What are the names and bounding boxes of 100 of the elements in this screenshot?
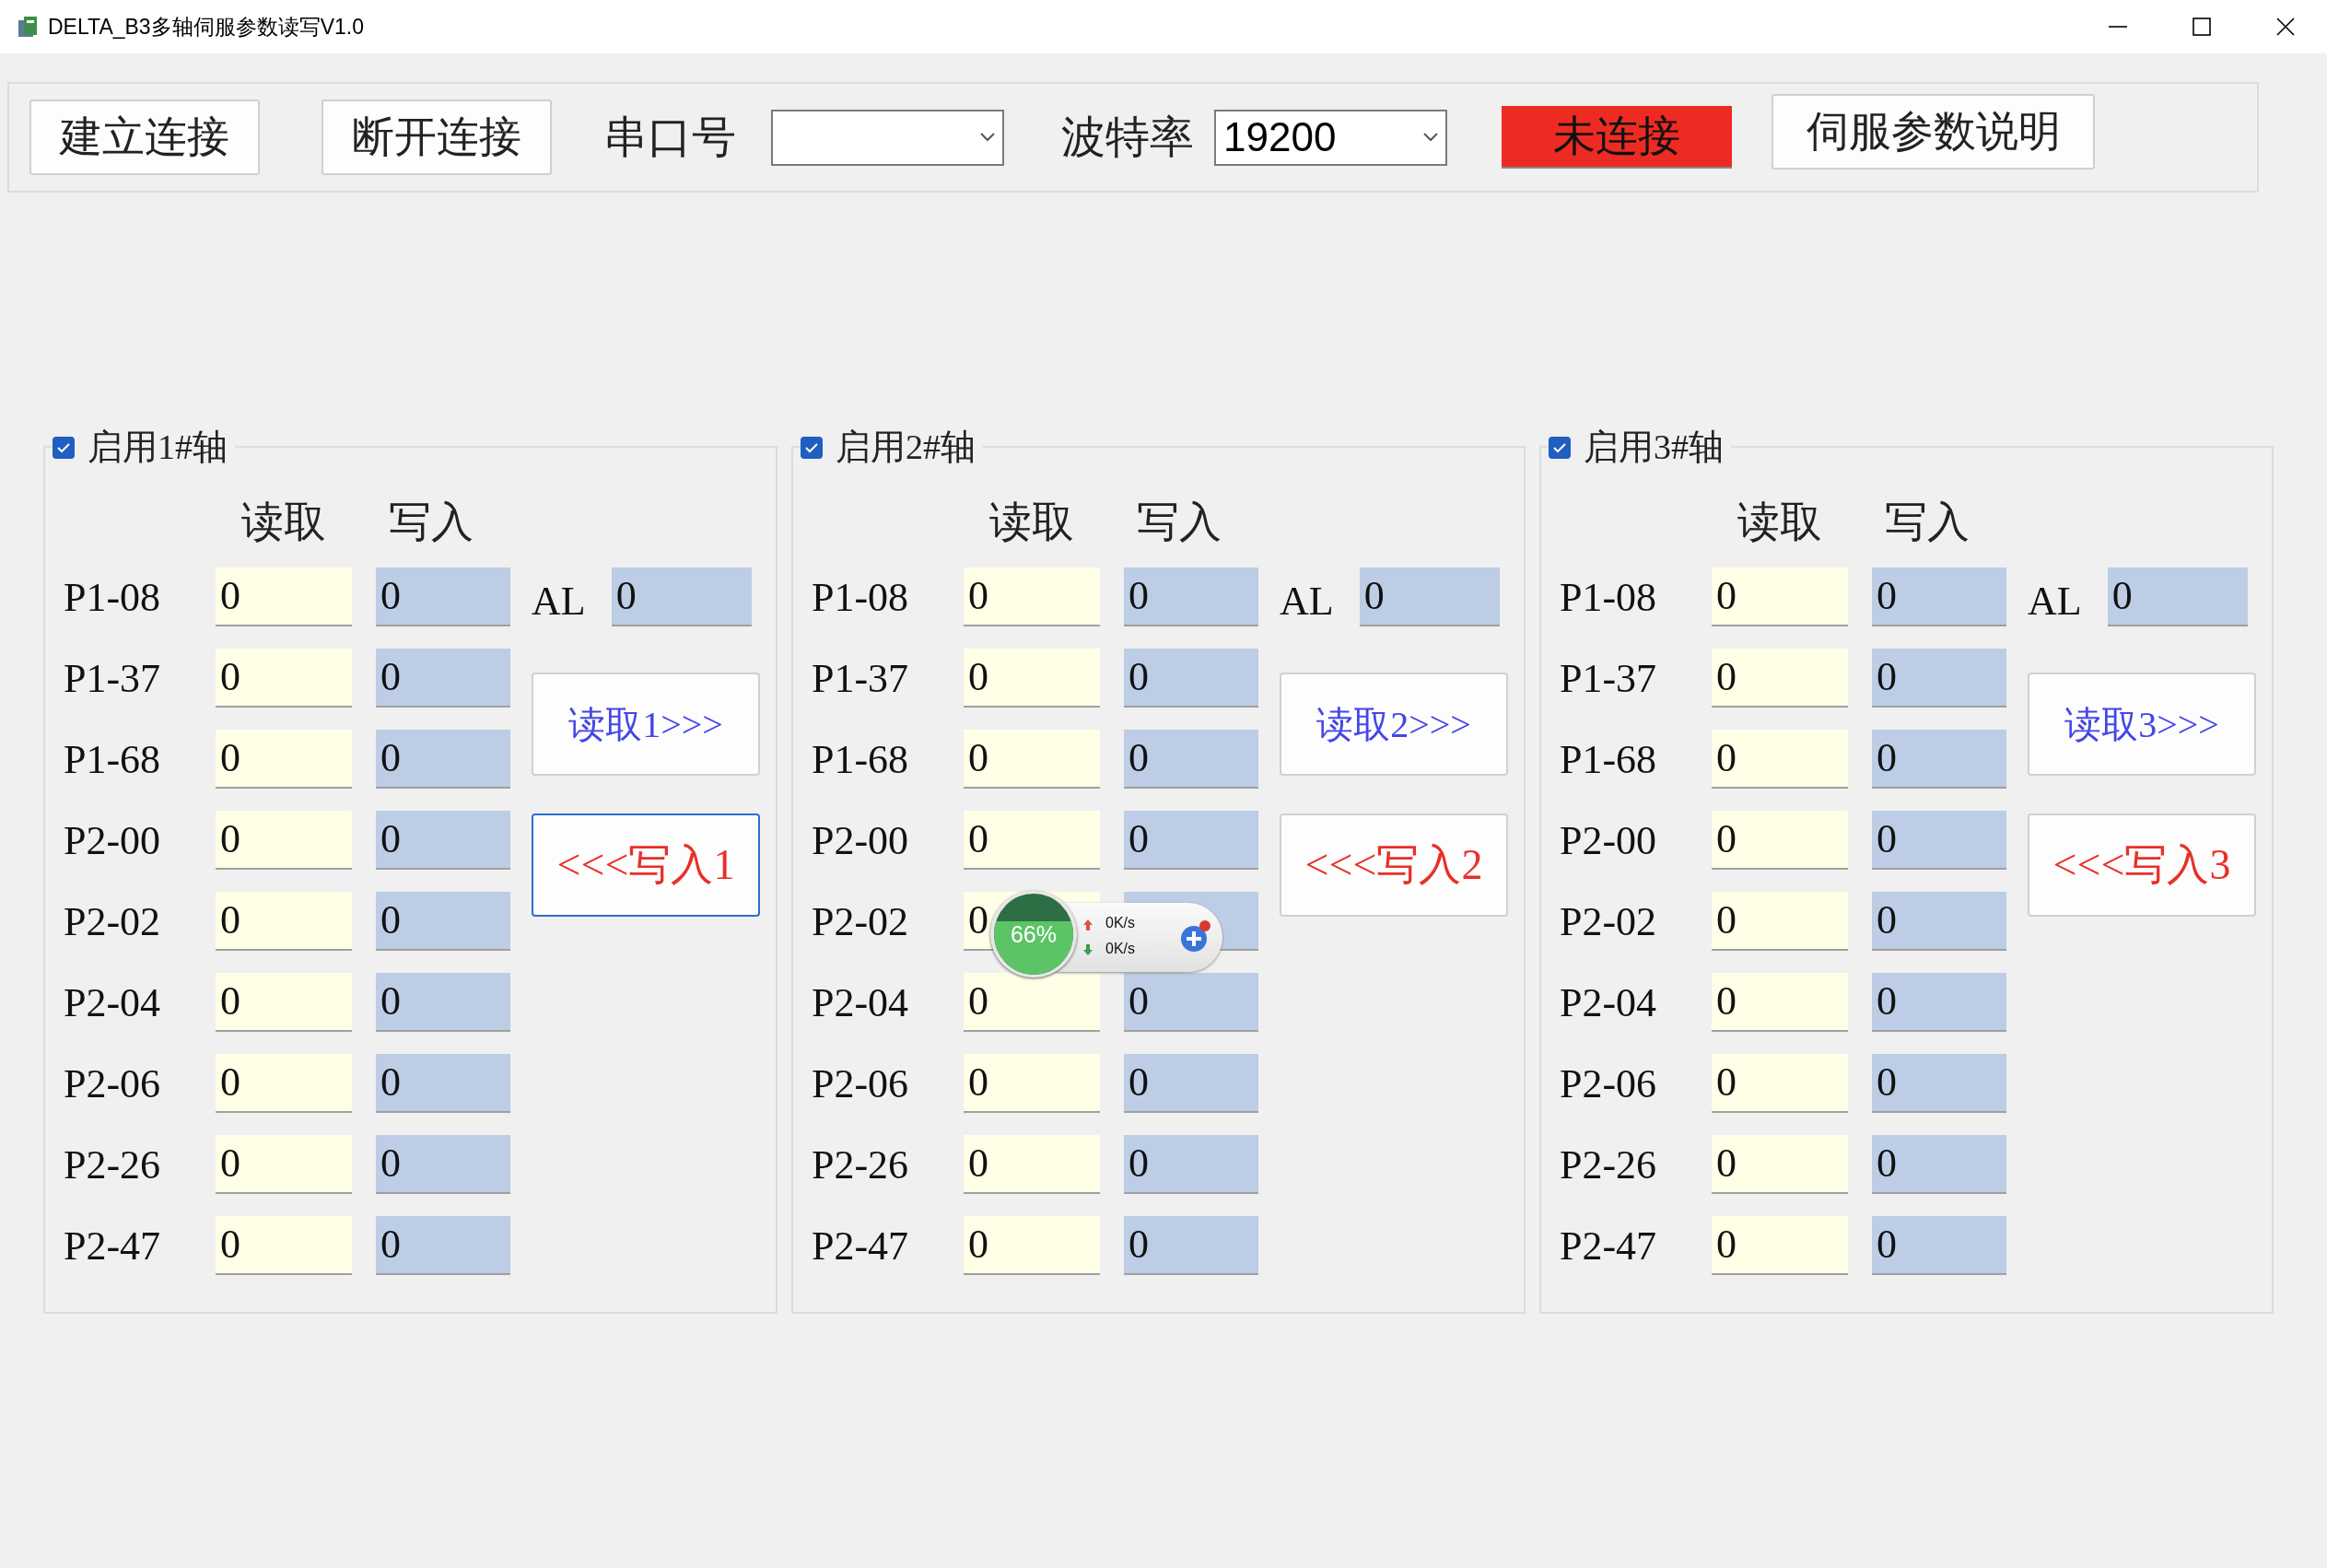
write-button[interactable]: <<<写入1 [532, 813, 760, 917]
parameter-label: P2-02 [1560, 897, 1658, 945]
al-label: AL [2028, 577, 2082, 625]
write-value-field[interactable]: 0 [1872, 568, 2006, 626]
write-value-field[interactable]: 0 [1124, 1135, 1258, 1194]
chevron-down-icon [1423, 133, 1438, 142]
read-value-field[interactable]: 0 [964, 730, 1100, 789]
write-value-field[interactable]: 0 [1124, 568, 1258, 626]
write-value-field[interactable]: 0 [376, 892, 510, 951]
parameter-label: P1-08 [1560, 573, 1658, 621]
checkmark-icon [57, 441, 70, 453]
checkbox[interactable] [53, 436, 75, 459]
write-value-field[interactable]: 0 [1872, 811, 2006, 870]
read-value-field[interactable]: 0 [216, 892, 352, 951]
write-button[interactable]: <<<写入2 [1280, 813, 1508, 917]
write-value-field[interactable]: 0 [1872, 1135, 2006, 1194]
write-value-field[interactable]: 0 [376, 1135, 510, 1194]
read-value-field[interactable]: 0 [216, 973, 352, 1032]
read-value-field[interactable]: 0 [216, 1216, 352, 1275]
parameter-label: P2-04 [812, 978, 910, 1026]
write-value-field[interactable]: 0 [1124, 973, 1258, 1032]
read-value-field[interactable]: 0 [216, 649, 352, 708]
write-value-field[interactable]: 0 [1872, 1054, 2006, 1113]
checkbox-label: 启用2#轴 [836, 427, 976, 468]
parameter-label: P1-37 [812, 654, 910, 702]
plus-icon[interactable] [1179, 919, 1212, 954]
column-header: 写入 [389, 499, 474, 545]
read-button[interactable]: 读取1>>> [532, 673, 760, 776]
up-arrow-icon [1082, 919, 1093, 931]
read-value-field[interactable]: 0 [1712, 730, 1848, 789]
checkbox-label: 启用3#轴 [1584, 427, 1724, 468]
al-field[interactable]: 0 [1359, 568, 1500, 626]
read-value-field[interactable]: 0 [964, 811, 1100, 870]
parameter-label: P1-68 [64, 735, 162, 783]
write-value-field[interactable]: 0 [376, 568, 510, 626]
parameter-label: P1-37 [1560, 654, 1658, 702]
read-value-field[interactable]: 0 [1712, 811, 1848, 870]
write-value-field[interactable]: 0 [1872, 730, 2006, 789]
parameter-label: P2-26 [812, 1141, 910, 1188]
write-value-field[interactable]: 0 [376, 730, 510, 789]
write-value-field[interactable]: 0 [376, 973, 510, 1032]
read-value-field[interactable]: 0 [964, 1216, 1100, 1275]
read-value-field[interactable]: 0 [216, 811, 352, 870]
parameter-label: P1-08 [812, 573, 910, 621]
read-button[interactable]: 读取3>>> [2028, 673, 2256, 776]
read-value-field[interactable]: 0 [964, 649, 1100, 708]
baud-dropdown[interactable]: 19200 [1214, 109, 1447, 166]
read-button[interactable]: 读取2>>> [1280, 673, 1508, 776]
write-value-field[interactable]: 0 [1872, 1216, 2006, 1275]
help-button[interactable]: 伺服参数说明 [1772, 94, 2095, 170]
read-value-field[interactable]: 0 [216, 730, 352, 789]
read-value-field[interactable]: 0 [1712, 1054, 1848, 1113]
checkbox[interactable] [801, 436, 823, 459]
checkmark-icon [805, 441, 818, 453]
write-value-field[interactable]: 0 [376, 649, 510, 708]
read-value-field[interactable]: 0 [216, 568, 352, 626]
read-value-field[interactable]: 0 [1712, 892, 1848, 951]
read-value-field[interactable]: 0 [1712, 649, 1848, 708]
memory-reading: 66% [1010, 921, 1057, 947]
parameter-label: P2-06 [1560, 1059, 1658, 1107]
upload-speed: 0K/s [1105, 915, 1135, 931]
read-value-field[interactable]: 0 [964, 973, 1100, 1032]
port-dropdown[interactable] [771, 109, 1004, 166]
read-value-field[interactable]: 0 [964, 1054, 1100, 1113]
al-label: AL [1280, 577, 1334, 625]
parameter-label: P2-04 [1560, 978, 1658, 1026]
write-value-field[interactable]: 0 [376, 1054, 510, 1113]
write-value-field[interactable]: 0 [1124, 811, 1258, 870]
write-value-field[interactable]: 0 [376, 1216, 510, 1275]
al-label: AL [532, 577, 586, 625]
write-value-field[interactable]: 0 [1872, 973, 2006, 1032]
write-value-field[interactable]: 0 [376, 811, 510, 870]
read-value-field[interactable]: 0 [1712, 1135, 1848, 1194]
checkmark-icon [1553, 441, 1566, 453]
baud-label: 波特率 [1061, 111, 1194, 163]
al-field[interactable]: 0 [611, 568, 752, 626]
write-value-field[interactable]: 0 [1124, 649, 1258, 708]
write-value-field[interactable]: 0 [1872, 649, 2006, 708]
parameter-label: P2-47 [1560, 1222, 1658, 1270]
write-value-field[interactable]: 0 [1124, 1216, 1258, 1275]
write-value-field[interactable]: 0 [1124, 730, 1258, 789]
al-field[interactable]: 0 [2107, 568, 2248, 626]
read-value-field[interactable]: 0 [1712, 973, 1848, 1032]
parameter-label: P2-26 [1560, 1141, 1658, 1188]
read-value-field[interactable]: 0 [964, 1135, 1100, 1194]
port-label: 串口号 [603, 111, 736, 163]
write-value-field[interactable]: 0 [1124, 1054, 1258, 1113]
checkbox[interactable] [1549, 436, 1571, 459]
parameter-label: P2-02 [812, 897, 910, 945]
column-header: 写入 [1885, 499, 1970, 545]
read-value-field[interactable]: 0 [216, 1135, 352, 1194]
disconnect-button[interactable]: 断开连接 [322, 99, 552, 175]
connect-button[interactable]: 建立连接 [29, 99, 260, 175]
write-button[interactable]: <<<写入3 [2028, 813, 2256, 917]
read-value-field[interactable]: 0 [1712, 1216, 1848, 1275]
write-value-field[interactable]: 0 [1872, 892, 2006, 951]
read-value-field[interactable]: 0 [1712, 568, 1848, 626]
parameter-label: P2-04 [64, 978, 162, 1026]
read-value-field[interactable]: 0 [964, 568, 1100, 626]
read-value-field[interactable]: 0 [216, 1054, 352, 1113]
